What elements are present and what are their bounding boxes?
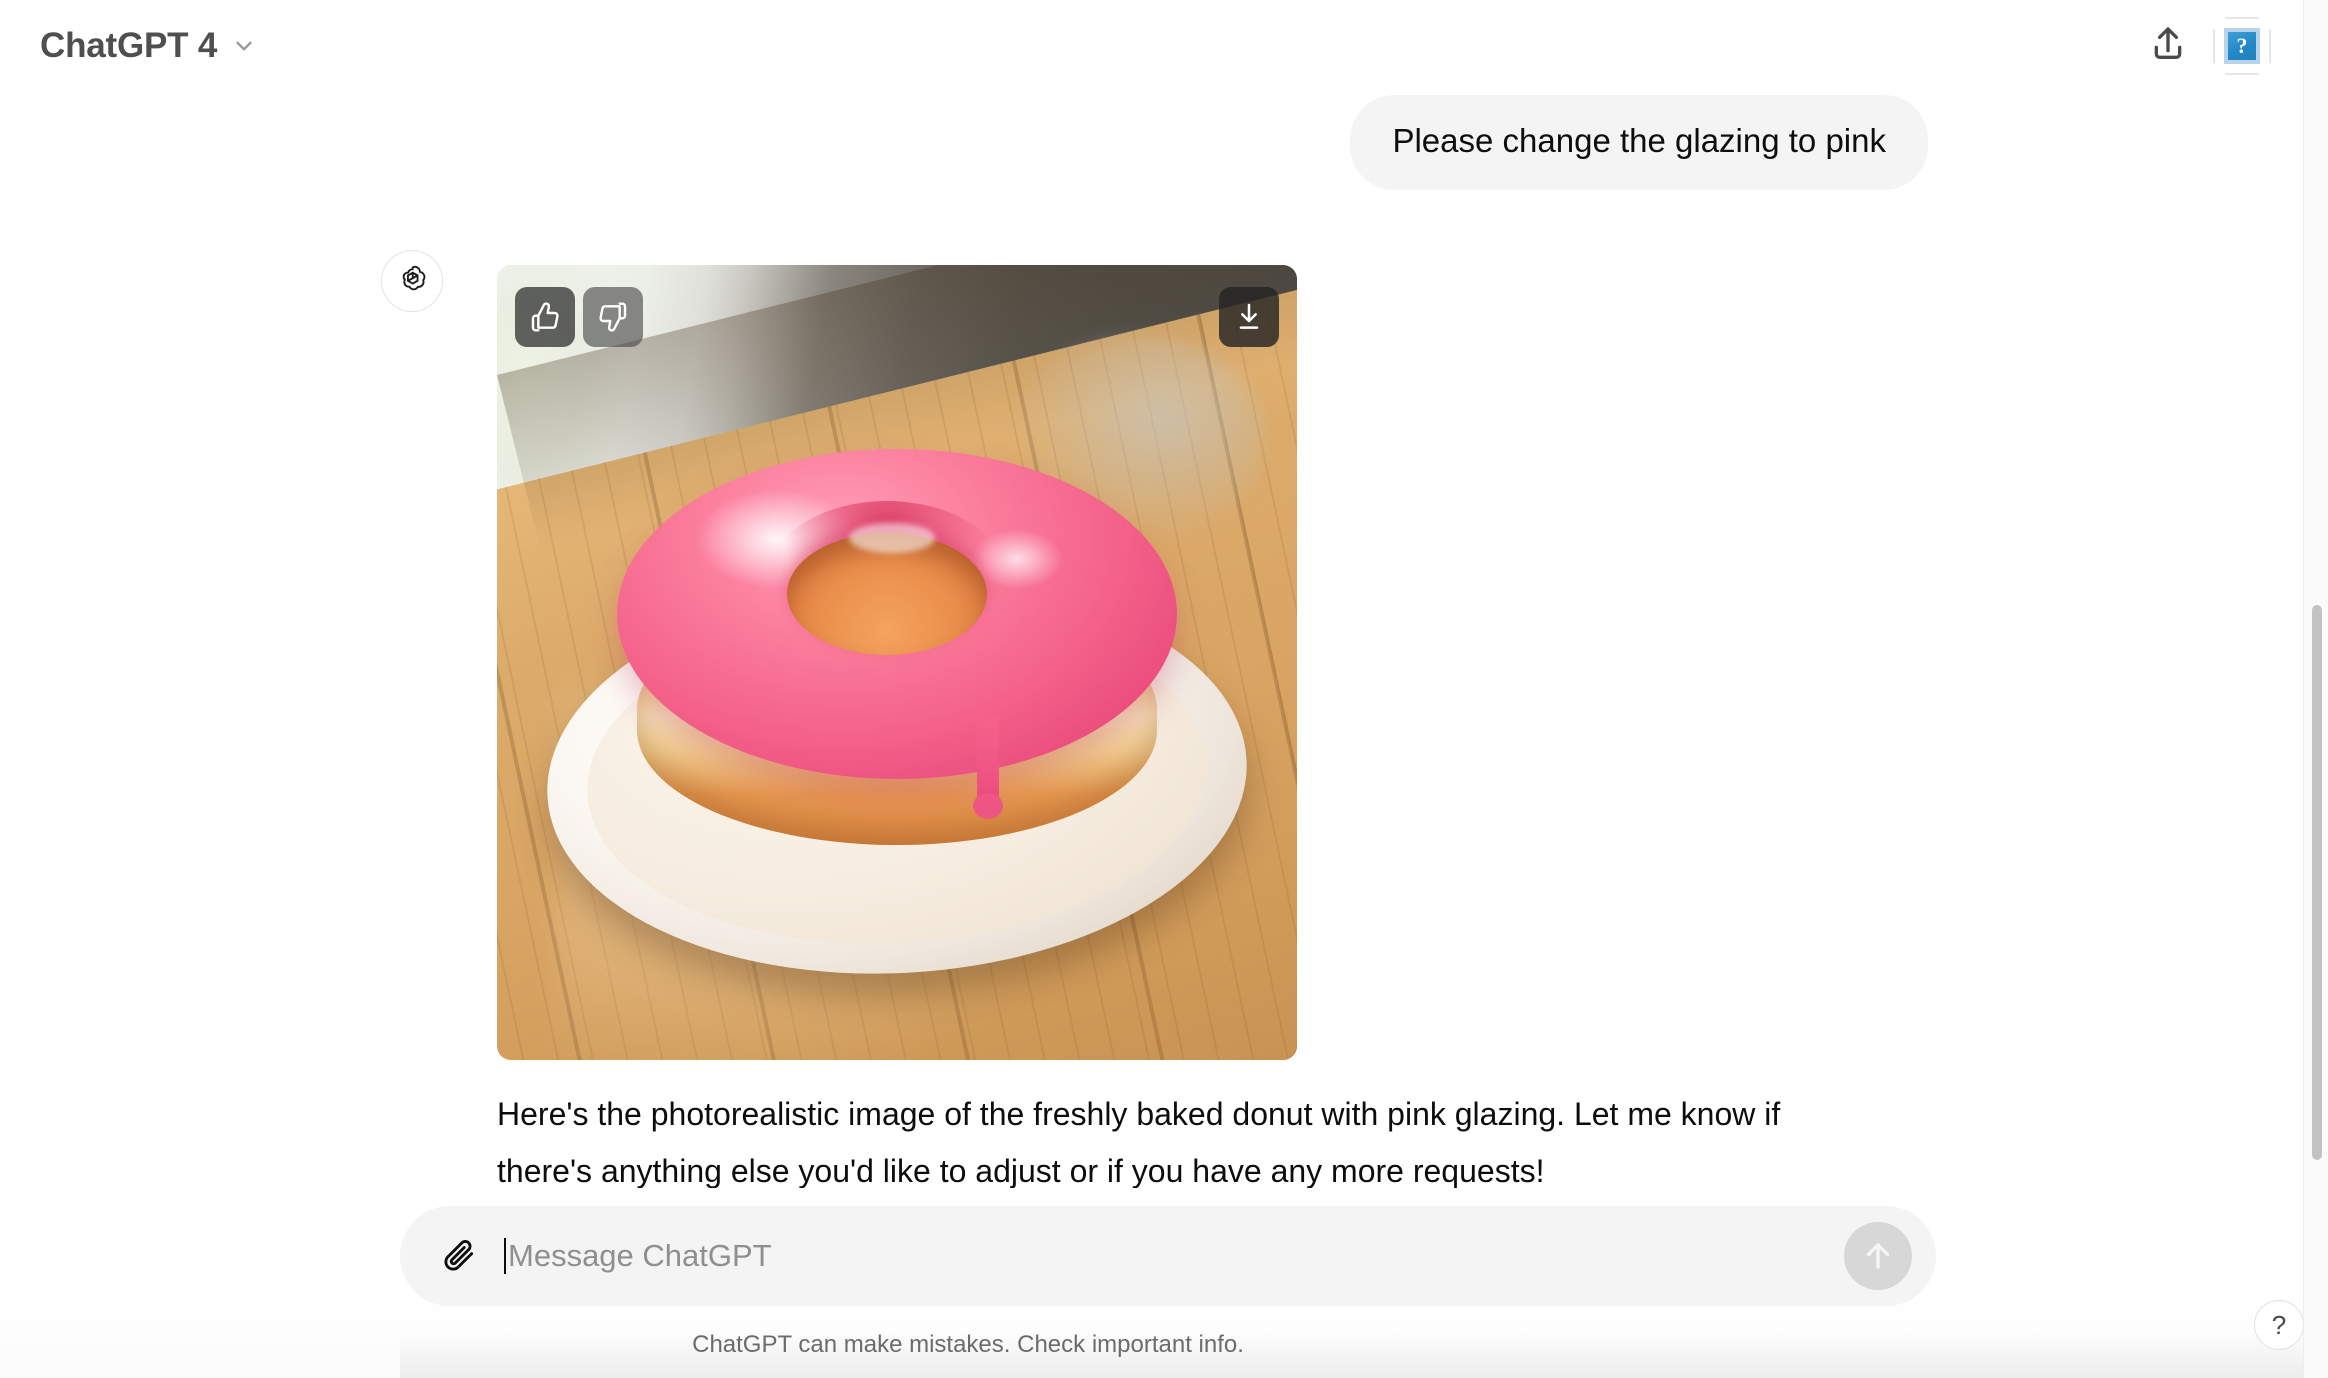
app-header: ChatGPT 4 ? <box>0 0 2303 92</box>
broken-image-placeholder-button[interactable]: ? <box>2205 9 2279 83</box>
share-upload-icon <box>2148 24 2188 69</box>
model-name-label: ChatGPT 4 <box>40 26 218 65</box>
composer-area: Message ChatGPT ChatGPT can make mistake… <box>0 1188 2303 1378</box>
placeholder-frame-left <box>2213 29 2215 63</box>
user-message-row: Please change the glazing to pink <box>1350 95 1928 190</box>
thumbs-up-button[interactable] <box>515 287 575 347</box>
help-button[interactable]: ? <box>2254 1300 2304 1350</box>
avatar <box>381 250 443 312</box>
arrow-up-send-icon <box>1859 1237 1897 1275</box>
assistant-message-text: Here's the photorealistic image of the f… <box>497 1096 1781 1189</box>
openai-logo-icon <box>394 263 430 299</box>
paperclip-icon <box>440 1237 478 1275</box>
glaze-drip <box>973 717 1003 819</box>
vertical-scrollbar[interactable] <box>2303 0 2328 1378</box>
placeholder-frame-bottom <box>2225 73 2259 75</box>
disclaimer-text: ChatGPT can make mistakes. Check importa… <box>692 1331 1244 1358</box>
message-input[interactable]: Message ChatGPT <box>504 1206 1844 1306</box>
placeholder-frame-top <box>2225 17 2259 19</box>
attach-file-button[interactable] <box>432 1229 486 1283</box>
donut-hole-shine <box>849 523 935 553</box>
generated-image-photo <box>497 265 1297 1060</box>
thumbs-down-button[interactable] <box>583 287 643 347</box>
message-input-placeholder: Message ChatGPT <box>508 1238 772 1273</box>
send-button[interactable] <box>1844 1222 1912 1290</box>
download-icon <box>1233 301 1265 333</box>
conversation-thread: Please change the glazing to pink Here's… <box>0 92 2303 1271</box>
share-button[interactable] <box>2131 9 2205 83</box>
thumbs-down-icon <box>597 301 629 333</box>
chatgpt-window: ChatGPT 4 ? Please change the glazing to… <box>0 0 2328 1378</box>
generated-image[interactable] <box>497 265 1297 1060</box>
scrollbar-thumb[interactable] <box>2312 605 2322 1160</box>
text-cursor <box>504 1238 506 1274</box>
header-actions: ? <box>2131 9 2303 83</box>
message-composer[interactable]: Message ChatGPT <box>400 1206 1936 1306</box>
user-message-bubble[interactable]: Please change the glazing to pink <box>1350 95 1928 190</box>
user-message-text: Please change the glazing to pink <box>1392 122 1886 159</box>
thumbs-up-icon <box>529 301 561 333</box>
model-switcher-button[interactable]: ChatGPT 4 <box>36 20 267 72</box>
placeholder-frame-right <box>2269 29 2271 63</box>
broken-image-placeholder-icon: ? <box>2224 28 2260 64</box>
download-image-button[interactable] <box>1219 287 1279 347</box>
chevron-down-icon <box>231 33 257 59</box>
